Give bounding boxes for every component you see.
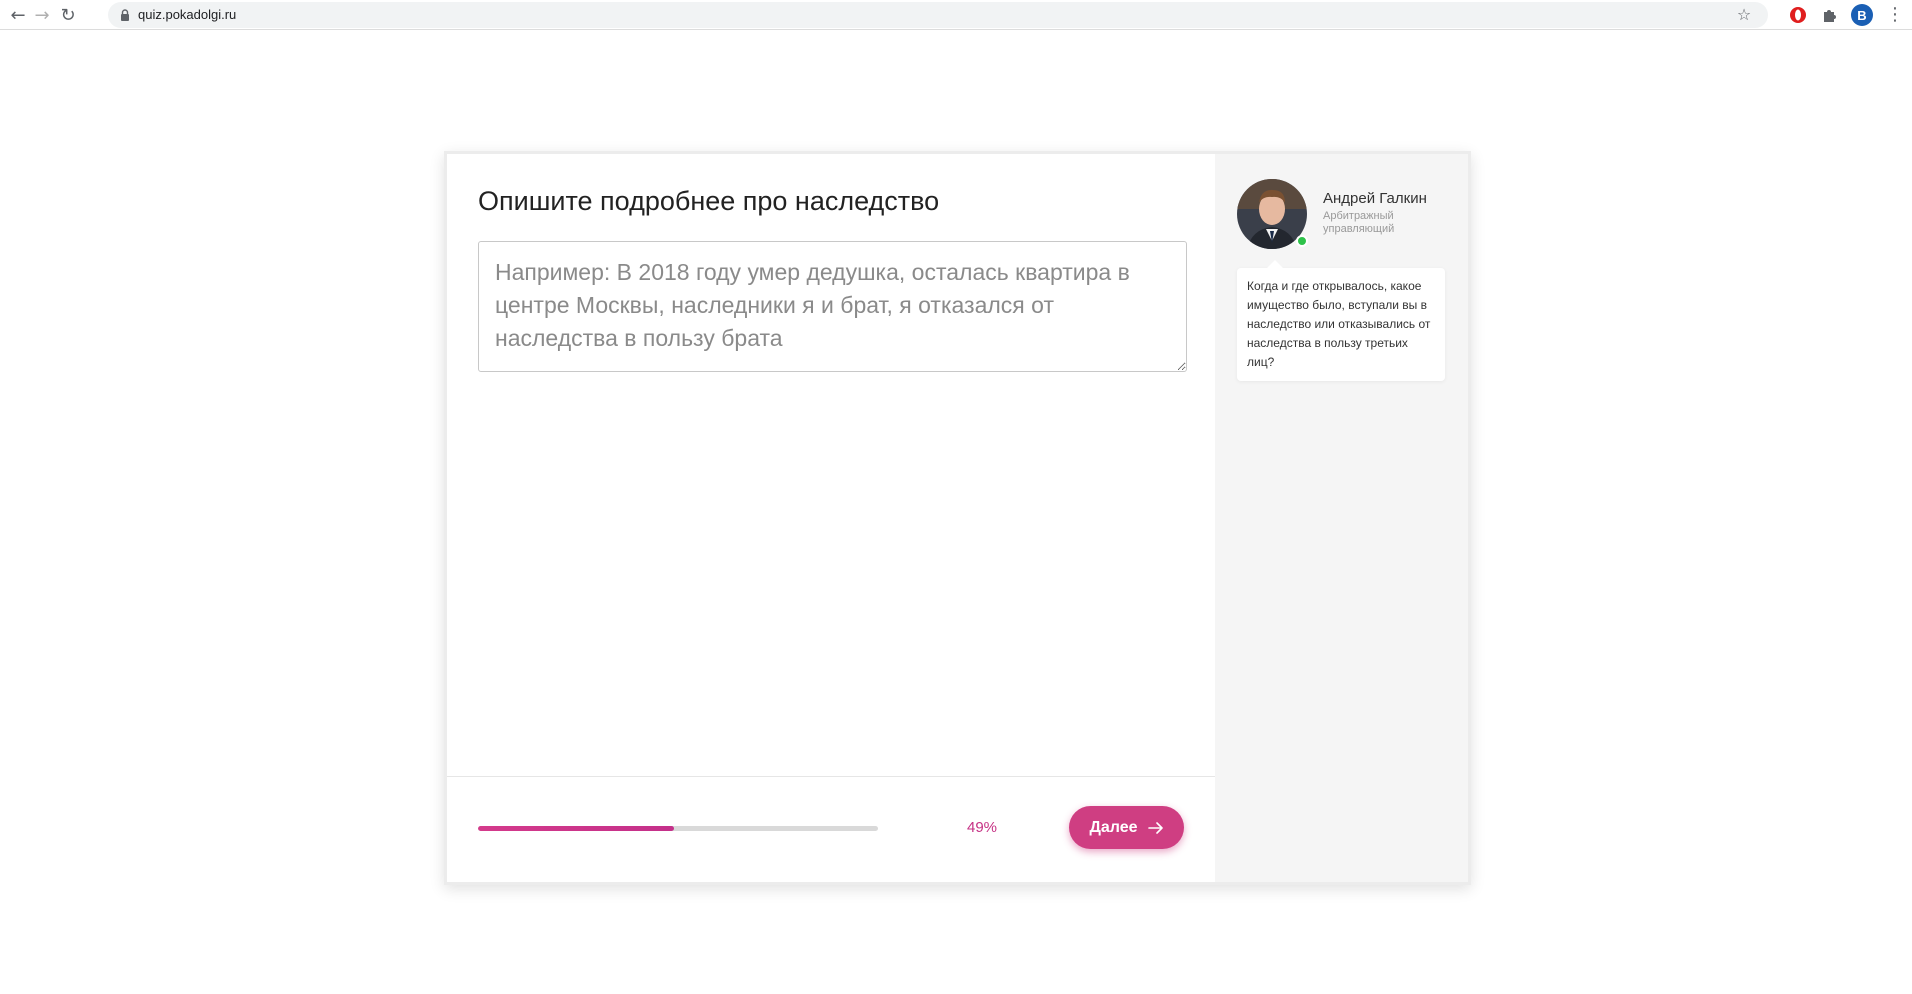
- extensions-puzzle-icon[interactable]: [1820, 5, 1840, 25]
- next-button-label: Далее: [1089, 818, 1138, 836]
- online-status-dot: [1296, 235, 1308, 247]
- profile-avatar[interactable]: B: [1851, 4, 1873, 26]
- question-panel: Опишите подробнее про наследство 49% Дал…: [447, 154, 1215, 882]
- arrow-back-icon[interactable]: ←: [6, 3, 30, 27]
- progress-bar-fill: [478, 826, 674, 831]
- expert-role: Арбитражный управляющий: [1323, 210, 1395, 235]
- opera-extension-icon[interactable]: [1788, 5, 1808, 25]
- question-title: Опишите подробнее про наследство: [478, 186, 940, 216]
- bookmark-star-icon[interactable]: ☆: [1734, 5, 1754, 25]
- footer-divider: [447, 776, 1215, 777]
- expert-panel: Андрей Галкин Арбитражный управляющий Ко…: [1215, 154, 1468, 882]
- lock-icon: [121, 9, 129, 21]
- browser-toolbar: ← → ↻ quiz.pokadolgi.ru ☆ B ⋮: [0, 0, 1912, 30]
- bubble-tail: [1267, 260, 1283, 268]
- progress-bar: [478, 826, 878, 831]
- expert-hint-text: Когда и где открывалось, какое имущество…: [1247, 279, 1431, 369]
- answer-textarea[interactable]: [478, 241, 1187, 372]
- arrow-forward-icon[interactable]: →: [30, 3, 54, 27]
- kebab-menu-icon[interactable]: ⋮: [1886, 5, 1904, 25]
- expert-name: Андрей Галкин: [1323, 190, 1427, 207]
- quiz-card: Опишите подробнее про наследство 49% Дал…: [444, 151, 1471, 885]
- arrow-right-icon: [1147, 821, 1163, 834]
- url-text[interactable]: quiz.pokadolgi.ru: [138, 7, 236, 22]
- address-bar[interactable]: quiz.pokadolgi.ru ☆: [108, 2, 1768, 28]
- expert-avatar: [1237, 179, 1308, 249]
- progress-percent-label: 49%: [967, 819, 998, 836]
- reload-icon[interactable]: ↻: [56, 3, 80, 27]
- expert-hint-bubble: Когда и где открывалось, какое имущество…: [1237, 260, 1445, 381]
- next-button[interactable]: Далее: [1069, 806, 1184, 849]
